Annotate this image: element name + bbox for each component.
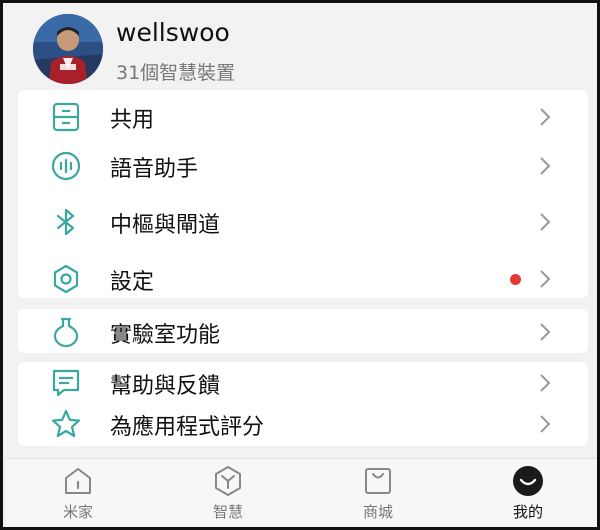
menu-card-lab: 實驗室功能 [18, 309, 588, 353]
menu-item-rate-app[interactable]: 為應用程式評分 [18, 399, 588, 449]
feedback-icon [52, 369, 80, 397]
notification-badge [510, 274, 521, 285]
settings-icon [53, 264, 79, 294]
menu-item-label: 實驗室功能 [110, 323, 221, 348]
menu-item-label: 為應用程式評分 [110, 415, 265, 440]
bluetooth-icon [56, 208, 75, 236]
chevron-right-icon [540, 323, 551, 341]
chevron-right-icon [540, 108, 551, 126]
share-icon [52, 102, 80, 132]
tab-label: 米家 [62, 503, 93, 521]
app-frame: wellswoo 31個智慧裝置 共用 語音助手 中樞與閘道 設定 實驗室功能 … [0, 0, 600, 530]
device-count: 31個智慧裝置 [116, 62, 236, 84]
chevron-right-icon [540, 415, 551, 433]
username: wellswoo [116, 18, 230, 47]
home-icon [65, 468, 91, 494]
menu-item-label: 幫助與反饋 [110, 374, 221, 399]
smart-icon [215, 466, 241, 496]
tab-smart[interactable]: 智慧 [173, 459, 283, 527]
bottom-tab-bar: 米家 智慧 商城 我的 [6, 458, 597, 527]
shop-icon [365, 468, 391, 494]
profile-icon [513, 466, 543, 496]
flask-icon [53, 317, 79, 348]
tab-label: 我的 [512, 503, 543, 521]
menu-item-label: 設定 [110, 270, 155, 295]
menu-item-lab-features[interactable]: 實驗室功能 [18, 307, 588, 357]
voice-assistant-icon [51, 151, 81, 181]
menu-item-label: 中樞與閘道 [110, 213, 221, 238]
menu-card-main: 共用 語音助手 中樞與閘道 設定 [18, 90, 588, 298]
chevron-right-icon [540, 374, 551, 392]
chevron-right-icon [540, 157, 551, 175]
avatar[interactable] [33, 14, 103, 84]
menu-item-settings[interactable]: 設定 [18, 254, 588, 304]
star-icon [51, 409, 81, 438]
menu-item-voice-assistant[interactable]: 語音助手 [18, 141, 588, 191]
menu-item-share[interactable]: 共用 [18, 92, 588, 142]
tab-home[interactable]: 米家 [23, 459, 133, 527]
chevron-right-icon [540, 270, 551, 288]
tab-label: 智慧 [212, 503, 243, 521]
menu-item-hub-gateway[interactable]: 中樞與閘道 [18, 197, 588, 247]
profile-header[interactable]: wellswoo 31個智慧裝置 [6, 6, 597, 90]
menu-item-label: 語音助手 [110, 157, 199, 182]
tab-shop[interactable]: 商城 [323, 459, 433, 527]
tab-profile[interactable]: 我的 [473, 459, 583, 527]
chevron-right-icon [540, 213, 551, 231]
tab-label: 商城 [362, 503, 393, 521]
menu-card-help: 幫助與反饋 為應用程式評分 [18, 362, 588, 446]
menu-item-label: 共用 [110, 108, 155, 133]
